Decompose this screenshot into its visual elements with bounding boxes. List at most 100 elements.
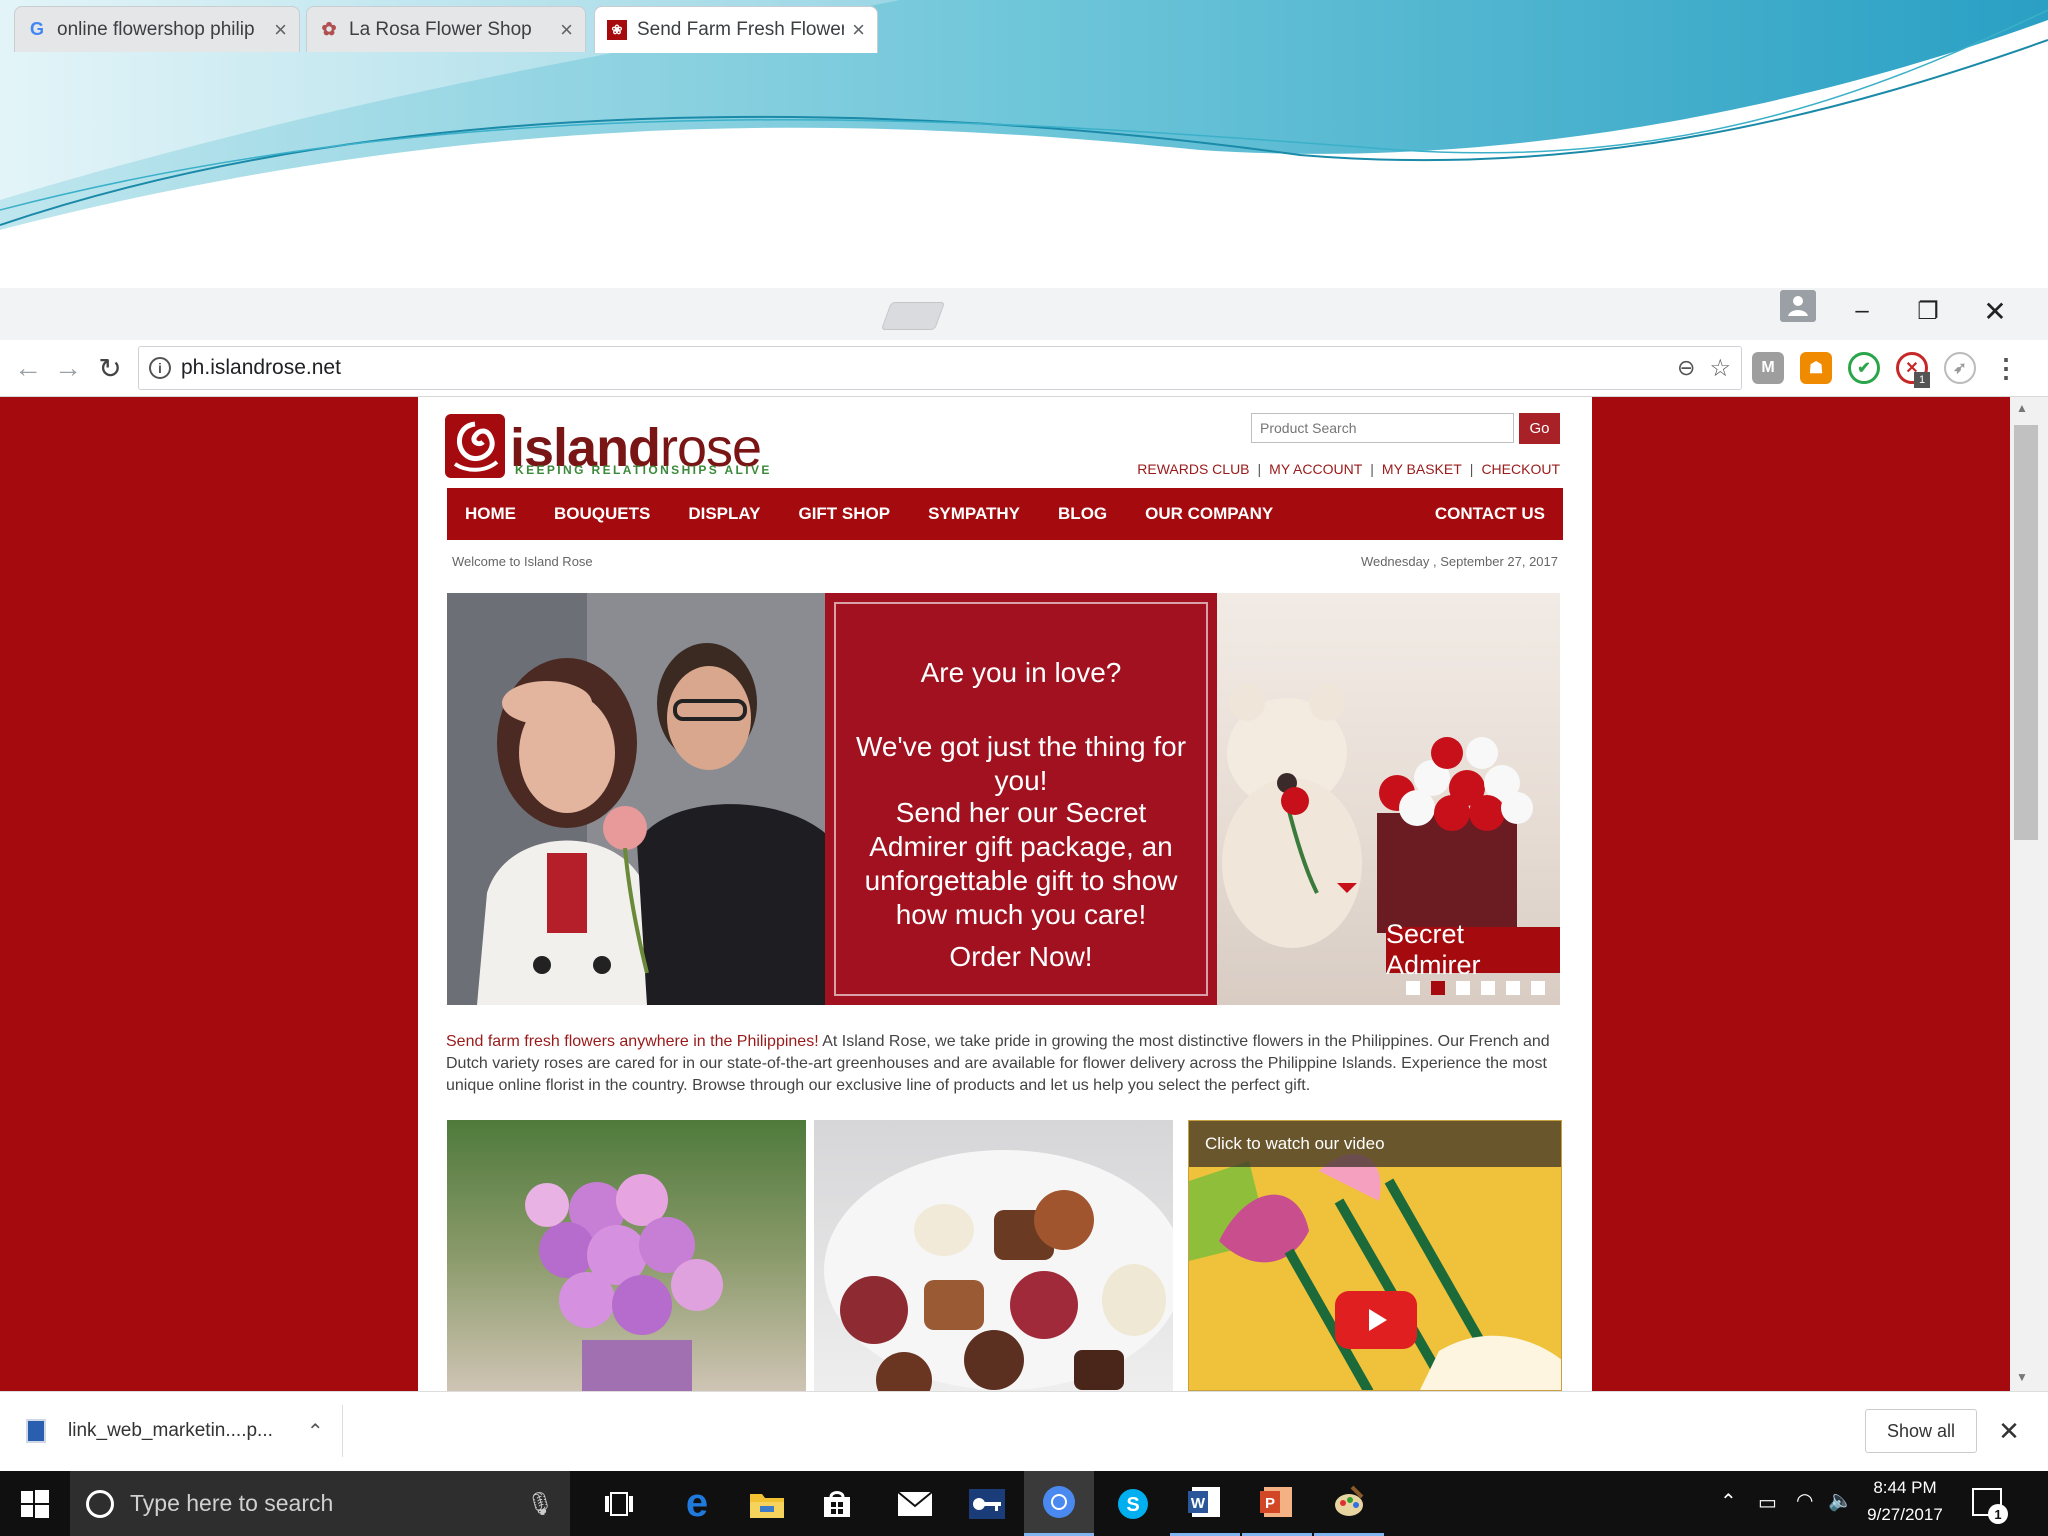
slide-dot-6[interactable] [1531,981,1545,995]
product-search-input[interactable] [1251,413,1514,443]
scroll-up-icon[interactable]: ▲ [2016,401,2028,415]
task-view-icon[interactable] [584,1471,654,1536]
nav-display[interactable]: DISPLAY [688,504,760,524]
reload-icon[interactable]: ↻ [90,340,130,396]
chevron-up-icon[interactable]: ⌃ [1720,1489,1737,1514]
google-g-icon: G [29,19,44,39]
chrome-icon[interactable] [1024,1471,1094,1536]
notification-count: 1 [1988,1504,2008,1524]
show-all-button[interactable]: Show all [1865,1409,1977,1453]
top-links: REWARDS CLUB | MY ACCOUNT | MY BASKET | CHECKO… [1137,461,1560,477]
close-downloads-icon[interactable]: ✕ [1993,1412,2025,1450]
battery-icon[interactable]: ▭ [1758,1490,1777,1515]
scrollbar-thumb[interactable] [2014,425,2038,840]
windows-start-icon[interactable] [0,1471,70,1536]
zoom-icon[interactable]: ⊖ [1677,355,1695,381]
bookmark-star-icon[interactable]: ☆ [1709,354,1731,383]
nav-home[interactable]: HOME [465,504,516,524]
address-bar[interactable]: i ph.islandrose.net ⊖ ☆ [138,346,1742,390]
slide-dot-2-active[interactable] [1431,981,1445,995]
mail-icon[interactable] [880,1471,950,1536]
skype-icon[interactable]: S [1098,1471,1168,1536]
youtube-play-icon[interactable] [1335,1291,1417,1349]
search-go-button[interactable]: Go [1519,413,1560,444]
download-file-name[interactable]: link_web_marketin....p... [68,1420,273,1442]
tab-islandrose[interactable]: ❀ Send Farm Fresh Flowers × [594,6,878,53]
close-tab-icon[interactable]: × [560,17,573,43]
store-icon[interactable] [802,1471,872,1536]
nav-gift-shop[interactable]: GIFT SHOP [798,504,890,524]
hero-couple-photo[interactable] [447,593,825,1005]
tile-roses-bouquet[interactable] [447,1120,806,1391]
hero-teddy-photo[interactable]: Secret Admirer [1217,593,1560,1005]
nav-blog[interactable]: BLOG [1058,504,1107,524]
tab-la-rosa[interactable]: ✿ La Rosa Flower Shop × [306,6,586,52]
scroll-down-icon[interactable]: ▼ [2016,1370,2028,1384]
nav-contact-us[interactable]: CONTACT US [1435,504,1545,524]
islandrose-logo-icon[interactable] [445,414,505,478]
close-window-icon[interactable]: ✕ [1965,288,2025,334]
microphone-icon[interactable]: 🎙 [526,1491,554,1517]
keepass-icon[interactable] [952,1471,1022,1536]
wifi-icon[interactable]: ◠ [1796,1488,1813,1513]
slide-dot-3[interactable] [1456,981,1470,995]
volume-icon[interactable]: 🔈 [1828,1488,1853,1513]
video-caption: Click to watch our video [1189,1121,1561,1167]
new-tab-button[interactable] [880,302,946,330]
svg-text:W: W [1191,1495,1206,1512]
word-icon[interactable]: W [1170,1471,1240,1536]
restore-icon[interactable]: ❐ [1898,288,1958,334]
info-icon[interactable]: i [149,357,171,379]
url-text[interactable]: ph.islandrose.net [181,356,341,380]
nav-bouquets[interactable]: BOUQUETS [554,504,650,524]
rocket-icon[interactable]: ➶ [1944,352,1976,384]
minimize-icon[interactable]: – [1832,288,1892,334]
my-basket-link[interactable]: MY BASKET [1382,461,1462,477]
site-content: islandrose KEEPING RELATIONSHIPS ALIVE G… [418,397,1592,1391]
chevron-up-icon[interactable]: ⌃ [307,1419,324,1444]
islandrose-favicon-icon: ❀ [607,20,627,40]
extension-badge: 1 [1914,372,1930,388]
slide-dot-1[interactable] [1406,981,1420,995]
forward-icon[interactable]: → [48,340,88,396]
file-explorer-icon[interactable] [732,1471,802,1536]
nav-sympathy[interactable]: SYMPATHY [928,504,1020,524]
tile-video[interactable]: Click to watch our video [1188,1120,1562,1391]
svg-text:P: P [1265,1495,1275,1512]
cortana-icon[interactable] [86,1489,114,1518]
checkout-link[interactable]: CHECKOUT [1481,461,1560,477]
close-tab-icon[interactable]: × [852,17,865,43]
intro-paragraph: Send farm fresh flowers anywhere in the … [446,1031,1562,1097]
taskbar-search[interactable]: Type here to search 🎙 [70,1471,570,1536]
my-account-link[interactable]: MY ACCOUNT [1269,461,1362,477]
current-date: Wednesday , September 27, 2017 [1360,554,1558,569]
rewards-club-link[interactable]: REWARDS CLUB [1137,461,1249,477]
rose-favicon-icon: ✿ [321,19,337,39]
taskbar-date[interactable]: 9/27/2017 [1860,1505,1950,1525]
back-icon[interactable]: ← [8,340,48,396]
profile-icon[interactable] [1780,290,1816,322]
main-nav: HOME BOUQUETS DISPLAY GIFT SHOP SYMPATHY… [447,488,1563,540]
paint-icon[interactable] [1314,1471,1384,1536]
cookie-icon[interactable]: ☗ [1800,352,1832,384]
taskbar-time[interactable]: 8:44 PM [1860,1478,1950,1498]
tab-google-search[interactable]: G online flowershop philip × [14,6,300,52]
intro-lead[interactable]: Send farm fresh flowers anywhere in the … [446,1033,819,1050]
taskbar-search-placeholder[interactable]: Type here to search [130,1490,333,1517]
hero-line-2: We've got just the thing for you! [855,731,1187,796]
shield-icon[interactable]: ✔ [1848,352,1880,384]
slide-dot-4[interactable] [1481,981,1495,995]
slide-dot-5[interactable] [1506,981,1520,995]
extension-m-icon[interactable]: M [1752,352,1784,384]
nav-our-company[interactable]: OUR COMPANY [1145,504,1273,524]
close-tab-icon[interactable]: × [274,17,287,43]
menu-dots-icon[interactable]: ⋮ [1990,352,2022,384]
download-item[interactable]: link_web_marketin....p... ⌃ [26,1405,343,1457]
edge-icon[interactable]: e [662,1471,732,1536]
svg-text:S: S [1126,1494,1139,1516]
tile-chocolates[interactable] [814,1120,1173,1391]
hero-order-now[interactable]: Order Now! [836,940,1206,974]
powerpoint-icon[interactable]: P [1242,1471,1312,1536]
hero-promo-panel[interactable]: Are you in love? We've got just the thin… [825,593,1217,1005]
logo-tagline: KEEPING RELATIONSHIPS ALIVE [515,463,772,477]
